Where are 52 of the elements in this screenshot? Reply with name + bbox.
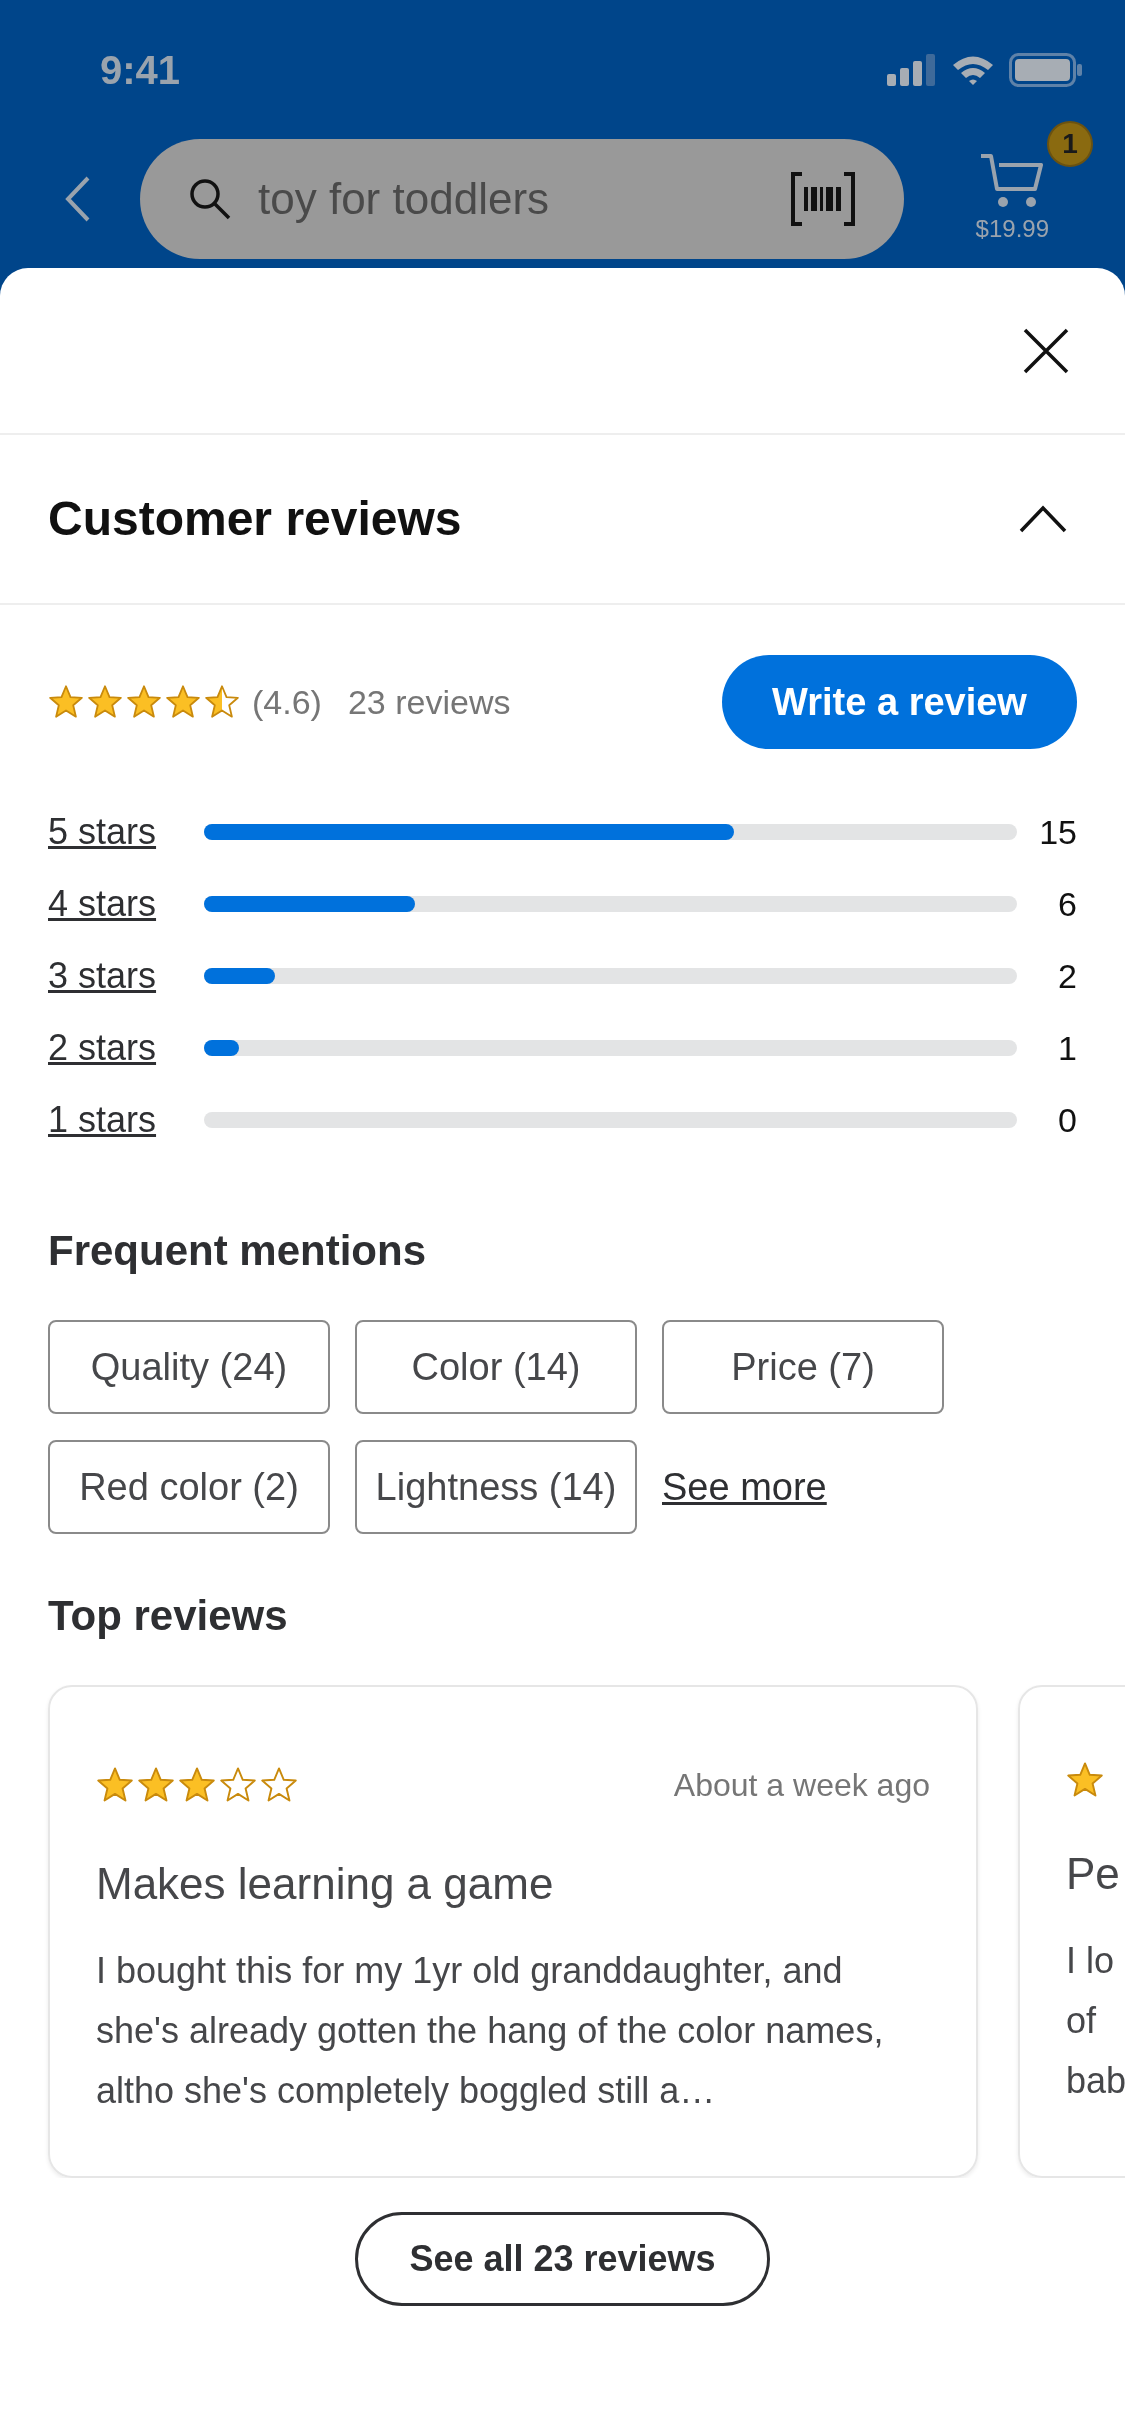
chevron-icon[interactable] xyxy=(1019,505,1067,533)
mention-chip[interactable]: Red color (2) xyxy=(48,1440,330,1534)
star-icon xyxy=(96,1766,134,1804)
star-filter-link[interactable]: 5 stars xyxy=(48,805,204,859)
battery-icon xyxy=(1009,53,1083,87)
see-more-link[interactable]: See more xyxy=(662,1458,944,1516)
see-all-reviews-button[interactable]: See all 23 reviews xyxy=(355,2212,770,2306)
signal-icon xyxy=(887,54,937,86)
star-filter-link[interactable]: 1 stars xyxy=(48,1093,204,1147)
star-icon xyxy=(260,1766,298,1804)
review-title: Pe xyxy=(1066,1848,1121,1900)
star-filter-link[interactable]: 2 stars xyxy=(48,1021,204,1075)
review-text: I lo of bab xyxy=(1066,1939,1125,2103)
average-rating: (4.6) xyxy=(252,681,322,723)
wifi-icon xyxy=(951,54,995,86)
star-icon xyxy=(204,684,240,720)
review-text: I bought this for my 1yr old granddaughter, and she's already gotten the hang of the color names, altho she's completely boggled still a… xyxy=(96,1949,885,2113)
mention-chip[interactable]: Color (14) xyxy=(355,1320,637,1414)
review-card[interactable]: About a week ago Makes learning a game I bought this for my 1yr old granddaughter, and she's already gotten the hang of the color names, altho she's completely boggled still a… xyxy=(48,1685,978,2178)
status-time: 9:41 xyxy=(100,47,181,94)
star-filter-link[interactable]: 3 stars xyxy=(48,949,204,1003)
review-card[interactable]: Pe I lo of bab xyxy=(1018,1685,1125,2178)
rating-count: 6 xyxy=(1057,883,1077,925)
mention-chip[interactable]: Price (7) xyxy=(662,1320,944,1414)
review-count: 23 reviews xyxy=(347,681,511,723)
cart-total: $19.99 xyxy=(975,214,1049,244)
star-icon xyxy=(137,1766,175,1804)
mention-chip[interactable]: Lightness (14) xyxy=(355,1440,637,1534)
star-icon xyxy=(219,1766,257,1804)
mention-chip[interactable]: Quality (24) xyxy=(48,1320,330,1414)
star-icon xyxy=(87,684,123,720)
search-icon xyxy=(188,177,232,221)
star-icon xyxy=(126,684,162,720)
star-icon xyxy=(178,1766,216,1804)
review-title: Makes learning a game xyxy=(96,1858,555,1910)
mentions-title: Frequent mentions xyxy=(47,1226,428,1276)
cart-badge: 1 xyxy=(1047,121,1093,167)
star-filter-link[interactable]: 4 stars xyxy=(48,877,204,931)
close-icon[interactable] xyxy=(1023,327,1069,374)
barcode-scan-icon[interactable] xyxy=(790,171,856,227)
star-icon xyxy=(165,684,201,720)
review-date: About a week ago xyxy=(673,1766,930,1805)
top-reviews-title: Top reviews xyxy=(47,1591,289,1641)
back-icon[interactable] xyxy=(64,175,92,223)
rating-count: 2 xyxy=(1057,955,1077,997)
rating-count: 0 xyxy=(1057,1099,1077,1141)
star-icon xyxy=(48,684,84,720)
section-title: Customer reviews xyxy=(48,491,462,547)
star-icon xyxy=(1066,1761,1104,1799)
rating-count: 15 xyxy=(1038,811,1077,853)
write-review-button[interactable]: Write a review xyxy=(722,655,1077,749)
rating-count: 1 xyxy=(1057,1027,1077,1069)
